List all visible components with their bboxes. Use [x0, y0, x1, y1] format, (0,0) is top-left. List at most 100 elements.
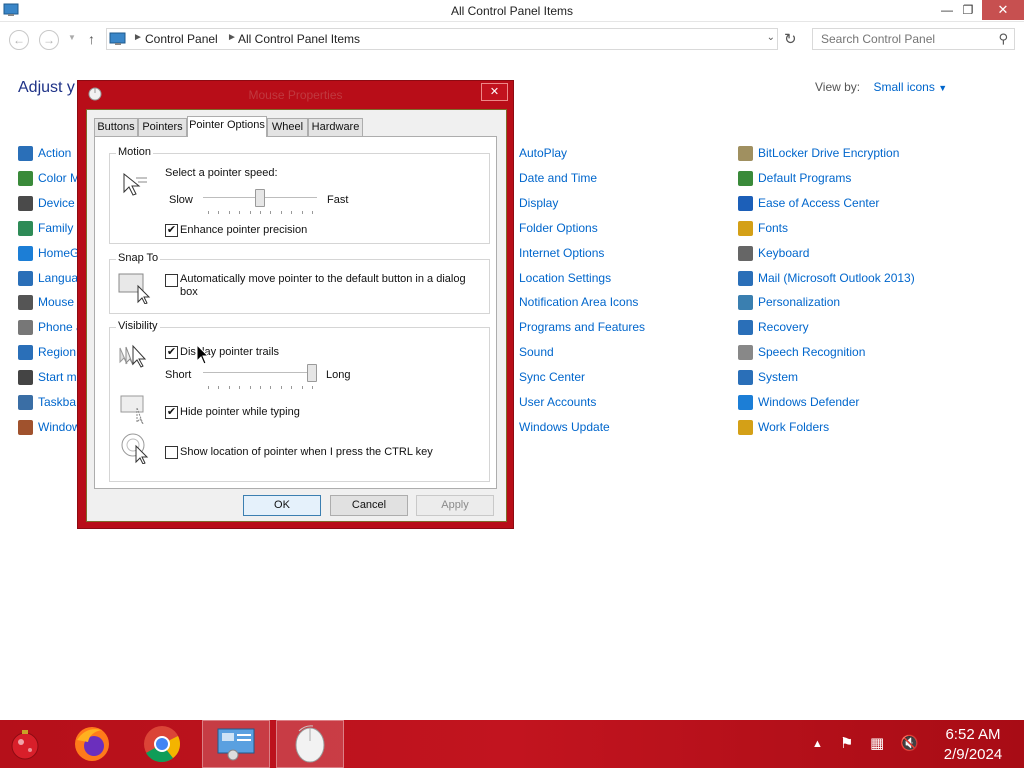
cp-item-icon — [18, 195, 33, 211]
trail-length-thumb[interactable] — [307, 364, 317, 382]
slider-tick — [312, 386, 313, 389]
cp-item-label: Window — [38, 419, 81, 434]
ornament-icon — [11, 730, 39, 760]
mouse-icon — [295, 725, 325, 763]
taskbar: ▲ ⚑ ▦ 🔇 6:52 AM 2/9/2024 — [0, 720, 1024, 768]
ok-button[interactable]: OK — [243, 495, 321, 516]
breadcrumb-control-panel[interactable]: Control Panel — [145, 32, 218, 46]
tab-hardware[interactable]: Hardware — [308, 118, 363, 136]
cp-item-label: Phone a — [38, 320, 83, 335]
address-bar[interactable]: ► Control Panel ► All Control Panel Item… — [106, 28, 778, 50]
cp-item-label: Langua — [38, 270, 79, 285]
cp-item-icon — [18, 270, 33, 286]
up-button[interactable]: ↑ — [88, 31, 95, 47]
taskbar-control-panel[interactable] — [202, 720, 270, 768]
apply-button[interactable]: Apply — [416, 495, 494, 516]
start-button[interactable] — [0, 720, 58, 768]
cp-item-label: Ease of Access Center — [758, 195, 880, 210]
address-dropdown[interactable]: ⌄ — [767, 32, 775, 43]
window-titlebar: All Control Panel Items — ❐ ✕ — [0, 0, 1024, 22]
forward-button[interactable]: → — [39, 30, 59, 50]
view-by-dropdown[interactable]: Small icons — [873, 80, 934, 94]
cp-item-label: Mouse — [38, 295, 75, 310]
view-by-label: View by: — [815, 80, 861, 94]
hide-pointer-checkbox[interactable]: ✔ — [165, 406, 178, 419]
search-box[interactable]: ⚲ — [812, 28, 1015, 50]
taskbar-mouse-properties[interactable] — [276, 720, 344, 768]
cp-item-label: Speech Recognition — [758, 345, 866, 360]
enhance-precision-label: Enhance pointer precision — [180, 224, 308, 236]
taskbar-clock[interactable]: 6:52 AM 2/9/2024 — [932, 725, 1014, 765]
cp-item-label: Location Settings — [519, 270, 612, 285]
tab-pointer-options[interactable]: Pointer Options — [187, 116, 267, 137]
cp-item-label: Windows Update — [519, 419, 610, 434]
slider-tick — [301, 386, 303, 389]
pointer-trails-checkbox[interactable]: ✔ — [165, 346, 178, 359]
chrome-icon — [144, 726, 180, 763]
tab-pointers[interactable]: Pointers — [138, 118, 187, 136]
slider-tick — [249, 211, 251, 214]
taskbar-firefox[interactable] — [58, 720, 126, 768]
long-label: Long — [326, 369, 351, 381]
slider-tick — [239, 211, 241, 214]
tab-wheel[interactable]: Wheel — [267, 118, 308, 136]
cancel-button[interactable]: Cancel — [330, 495, 408, 516]
slider-track — [203, 372, 317, 374]
enhance-precision-checkbox[interactable]: ✔ — [165, 224, 178, 237]
snap-to-icon — [118, 273, 151, 304]
slider-tick — [312, 211, 313, 214]
cp-item-label: Start m — [38, 370, 77, 385]
motion-group: Motion Select a pointer speed: Slow Fast… — [109, 146, 490, 244]
snap-to-label-line2: box — [180, 286, 198, 298]
cp-item-label: Keyboard — [758, 245, 810, 260]
clock-date: 2/9/2024 — [943, 746, 1003, 763]
breadcrumb-all-items[interactable]: All Control Panel Items — [238, 32, 360, 46]
network-icon[interactable]: ▦ — [870, 734, 884, 752]
show-hidden-icons-button[interactable]: ▲ — [812, 738, 823, 750]
cp-item-label: Sync Center — [519, 370, 586, 385]
snap-to-checkbox[interactable] — [165, 274, 178, 287]
refresh-button[interactable]: ↻ — [784, 30, 797, 48]
taskbar-chrome[interactable] — [128, 720, 196, 768]
search-icon[interactable]: ⚲ — [998, 31, 1008, 47]
slider-tick — [208, 386, 209, 389]
show-location-checkbox[interactable] — [165, 446, 178, 459]
action-center-flag-icon[interactable]: ⚑ — [840, 734, 853, 752]
cp-item-icon — [18, 170, 33, 186]
motion-legend: Motion — [116, 146, 154, 158]
slider-tick — [208, 211, 209, 214]
search-input[interactable] — [819, 30, 989, 48]
speaker-muted-icon[interactable]: 🔇 — [900, 734, 919, 752]
cp-item-icon — [18, 245, 33, 261]
close-button[interactable]: ✕ — [982, 0, 1024, 20]
chevron-down-icon[interactable]: ▼ — [938, 83, 947, 93]
pointer-speed-slider[interactable] — [203, 189, 317, 217]
breadcrumb-separator[interactable]: ► — [227, 32, 237, 43]
snap-to-label: Automatically move pointer to the defaul… — [180, 273, 466, 285]
cp-item-label: Date and Time — [519, 170, 598, 185]
cp-item-icon — [738, 370, 753, 386]
cp-item-icon — [738, 419, 753, 435]
slider-tick — [260, 211, 261, 214]
dialog-titlebar[interactable]: Mouse Properties ✕ — [78, 81, 513, 107]
cp-item-label: User Accounts — [519, 395, 597, 409]
cp-item-icon — [738, 395, 753, 410]
pointer-speed-icon — [123, 172, 147, 196]
control-panel-icon — [217, 728, 255, 761]
tab-buttons[interactable]: Buttons — [94, 118, 138, 136]
recent-locations-dropdown[interactable]: ▼ — [68, 33, 76, 42]
trail-length-slider[interactable] — [203, 364, 317, 392]
back-button[interactable]: ← — [9, 30, 29, 50]
breadcrumb-separator[interactable]: ► — [133, 32, 143, 43]
dialog-close-button[interactable]: ✕ — [481, 83, 508, 101]
pointer-speed-thumb[interactable] — [255, 189, 265, 207]
pointer-trails-label: Display pointer trails — [180, 346, 280, 358]
cp-item-label: Region — [38, 345, 77, 360]
cp-item-label: Sound — [519, 345, 554, 360]
maximize-button[interactable]: ❐ — [955, 0, 981, 20]
slider-tick — [301, 211, 303, 214]
slow-label: Slow — [169, 194, 193, 206]
hide-pointer-label: Hide pointer while typing — [180, 406, 300, 418]
cp-item-icon — [18, 370, 33, 386]
slider-tick — [249, 386, 251, 389]
